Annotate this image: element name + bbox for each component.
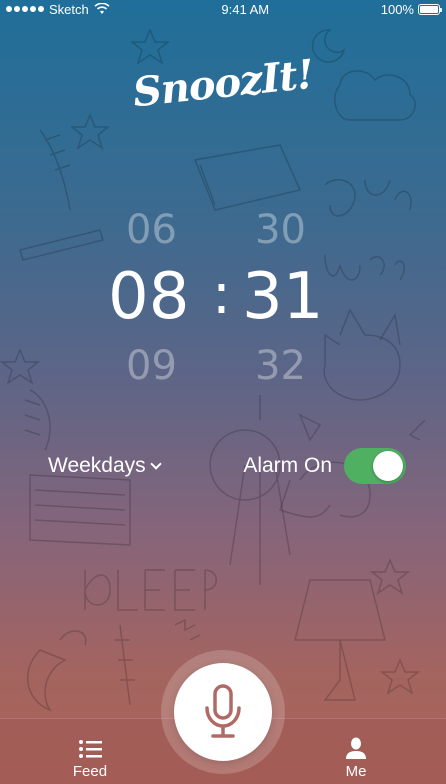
microphone-button[interactable] <box>174 663 272 761</box>
alarm-label: Alarm On <box>243 454 332 477</box>
alarm-toggle-group: Alarm On <box>243 448 406 484</box>
tab-feed-label: Feed <box>72 763 108 780</box>
battery-percent: 100% <box>380 1 414 17</box>
minute-next[interactable]: 32 <box>255 343 306 389</box>
app-logo: SnoozIt! <box>130 50 316 117</box>
status-bar: Sketch 9:41 AM 100% <box>0 0 446 18</box>
repeat-label[interactable]: Weekdays <box>48 454 146 478</box>
microphone-icon <box>205 684 241 738</box>
hour-next[interactable]: 09 <box>126 343 177 389</box>
toggle-knob <box>373 451 403 481</box>
time-picker[interactable]: 06 30 08 : 31 09 32 <box>0 205 446 395</box>
minute-previous[interactable]: 30 <box>255 207 306 253</box>
tab-me-label: Me <box>345 763 367 780</box>
hour-selected[interactable]: 08 <box>108 260 189 334</box>
alarm-toggle[interactable] <box>344 448 406 484</box>
minute-selected[interactable]: 31 <box>242 260 323 334</box>
signal-strength-icon <box>6 6 44 12</box>
repeat-dropdown[interactable]: Weekdays <box>48 454 162 478</box>
time-separator: : <box>212 262 231 327</box>
status-left: Sketch <box>6 2 110 17</box>
battery-icon <box>417 3 442 15</box>
tab-feed[interactable]: Feed <box>45 739 135 780</box>
alarm-controls: Weekdays Alarm On <box>48 446 406 486</box>
hour-previous[interactable]: 06 <box>126 207 177 253</box>
carrier-label: Sketch <box>49 1 89 17</box>
list-icon <box>79 740 102 758</box>
chevron-down-icon[interactable] <box>150 458 162 470</box>
status-time: 9:41 AM <box>221 1 270 17</box>
status-right: 100% <box>380 1 442 17</box>
battery-fill <box>419 5 438 13</box>
user-icon <box>346 737 366 759</box>
wifi-icon <box>94 3 110 14</box>
tab-me[interactable]: Me <box>311 737 401 780</box>
